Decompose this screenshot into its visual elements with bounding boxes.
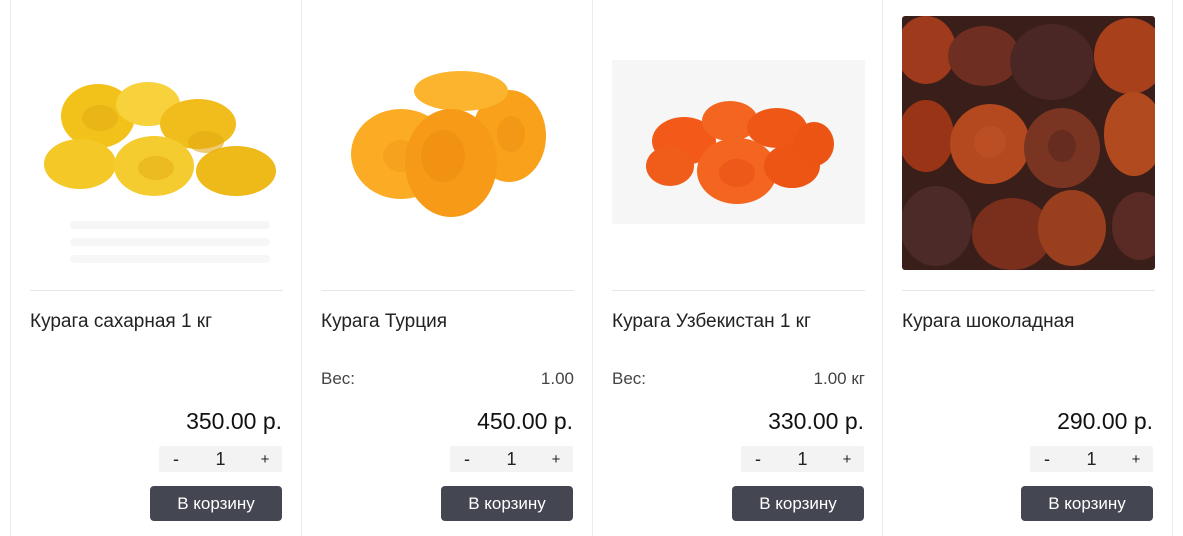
dried-apricot-orange-icon (321, 16, 574, 270)
decrease-quantity-button[interactable]: - (1030, 449, 1064, 470)
quantity-stepper: - 1 + (159, 446, 282, 472)
product-image-link[interactable] (612, 16, 865, 270)
product-card: Курага Узбекистан 1 кг Вес: 1.00 кг 330.… (592, 0, 883, 536)
product-grid: Курага сахарная 1 кг 350.00 р. - 1 + В к… (0, 0, 1183, 536)
quantity-stepper: - 1 + (450, 446, 573, 472)
add-to-cart-button[interactable]: В корзину (1021, 486, 1153, 521)
product-card: Курага Турция Вес: 1.00 450.00 р. - 1 + … (301, 0, 592, 536)
increase-quantity-button[interactable]: + (1119, 451, 1153, 468)
quantity-stepper: - 1 + (741, 446, 864, 472)
decrease-quantity-button[interactable]: - (159, 449, 193, 470)
product-price: 290.00 р. (1057, 408, 1153, 434)
weight-label: Вес: (321, 369, 356, 388)
quantity-input[interactable]: 1 (775, 449, 830, 470)
increase-quantity-button[interactable]: + (830, 451, 864, 468)
product-title[interactable]: Курага шоколадная (902, 311, 1074, 333)
product-price: 450.00 р. (477, 408, 573, 434)
product-image-link[interactable] (321, 16, 574, 270)
product-image-link[interactable] (30, 16, 283, 270)
quantity-stepper: - 1 + (1030, 446, 1153, 472)
product-weight: Вес: 1.00 кг (612, 369, 865, 389)
product-title[interactable]: Курага Узбекистан 1 кг (612, 311, 811, 333)
add-to-cart-button[interactable]: В корзину (150, 486, 282, 521)
weight-value: 1.00 кг (813, 369, 865, 388)
decrease-quantity-button[interactable]: - (450, 449, 484, 470)
dried-apricot-yellow-icon (30, 16, 283, 270)
card-divider (321, 290, 574, 291)
increase-quantity-button[interactable]: + (248, 451, 282, 468)
weight-value: 1.00 (540, 369, 574, 388)
card-divider (30, 290, 283, 291)
decrease-quantity-button[interactable]: - (741, 449, 775, 470)
product-image-link[interactable] (902, 16, 1155, 270)
product-title[interactable]: Курага Турция (321, 311, 447, 333)
product-weight: Вес: 1.00 (321, 369, 574, 389)
card-divider (612, 290, 865, 291)
quantity-input[interactable]: 1 (193, 449, 248, 470)
product-card: Курага сахарная 1 кг 350.00 р. - 1 + В к… (10, 0, 301, 536)
product-price: 350.00 р. (186, 408, 282, 434)
dried-apricot-red-icon (612, 16, 865, 270)
product-price: 330.00 р. (768, 408, 864, 434)
dried-apricot-chocolate-icon (902, 16, 1155, 270)
quantity-input[interactable]: 1 (1064, 449, 1119, 470)
add-to-cart-button[interactable]: В корзину (441, 486, 573, 521)
increase-quantity-button[interactable]: + (539, 451, 573, 468)
add-to-cart-button[interactable]: В корзину (732, 486, 864, 521)
card-divider (902, 290, 1155, 291)
product-title[interactable]: Курага сахарная 1 кг (30, 311, 212, 333)
quantity-input[interactable]: 1 (484, 449, 539, 470)
product-card: Курага шоколадная 290.00 р. - 1 + В корз… (882, 0, 1173, 536)
weight-label: Вес: (612, 369, 647, 388)
